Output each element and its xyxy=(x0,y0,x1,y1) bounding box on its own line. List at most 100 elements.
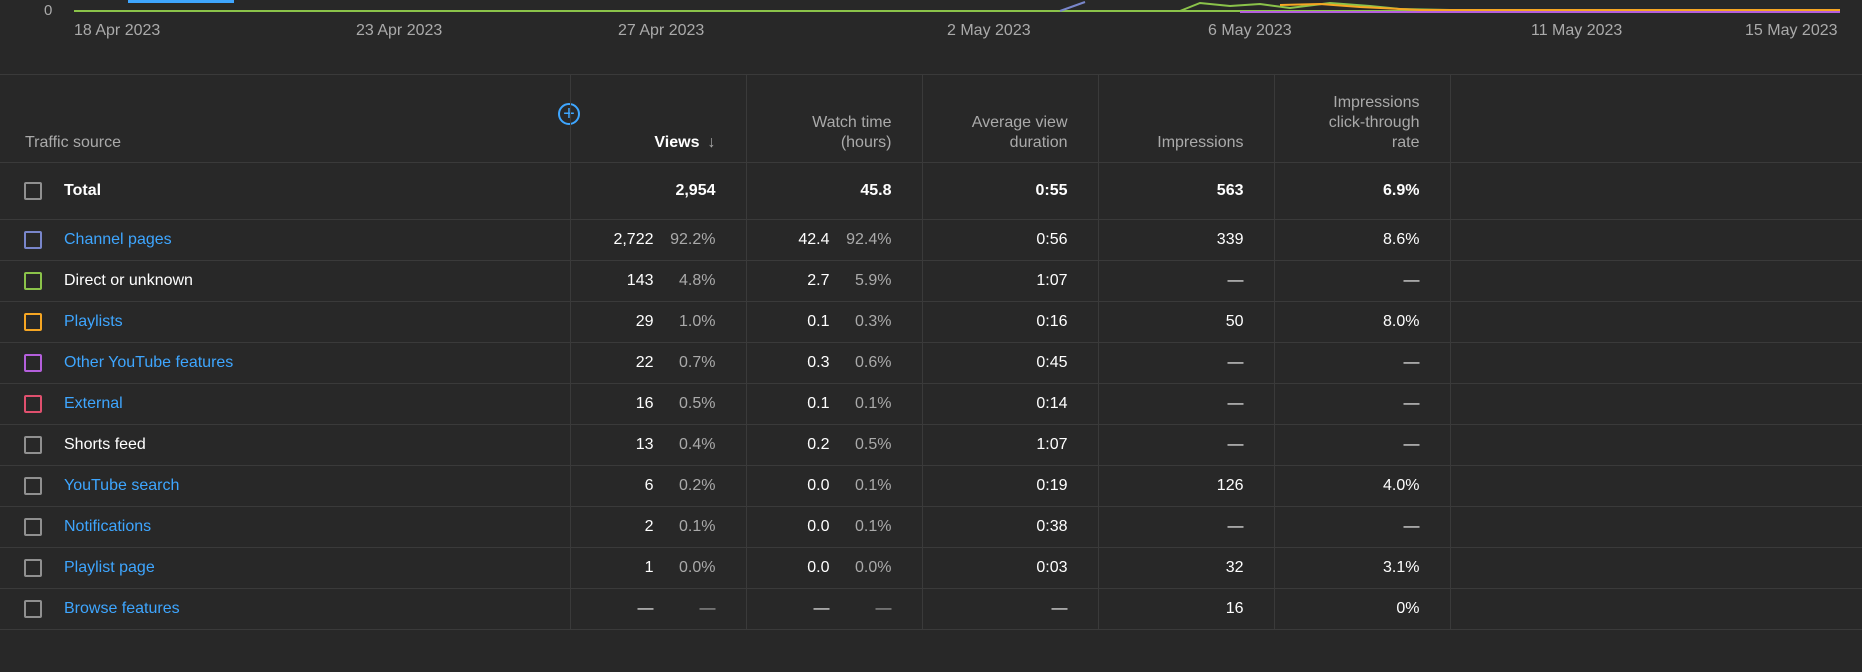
views-value: 143 xyxy=(626,272,654,289)
total-avd: 0:55 xyxy=(921,162,1098,220)
avd-value: 1:07 xyxy=(921,424,1098,466)
traffic-source-label[interactable]: Playlists xyxy=(64,313,123,331)
header-impressions[interactable]: Impressions xyxy=(1097,75,1274,163)
views-value: 2 xyxy=(644,518,654,535)
row-checkbox[interactable] xyxy=(24,518,42,536)
views-value: — xyxy=(637,600,654,617)
row-checkbox[interactable] xyxy=(24,477,42,495)
avd-value: 0:19 xyxy=(921,465,1098,507)
ctr-value: 8.0% xyxy=(1273,301,1450,343)
views-percent: 1.0% xyxy=(679,313,716,330)
arrow-down-icon: ↓ xyxy=(707,134,716,151)
x-tick-label: 23 Apr 2023 xyxy=(356,22,443,39)
watch-time-percent: — xyxy=(875,600,892,617)
watch-time-percent: 0.3% xyxy=(855,313,892,330)
header-watch-time[interactable]: Watch time (hours) xyxy=(745,75,922,163)
ctr-value: 4.0% xyxy=(1273,465,1450,507)
watch-time-percent: 5.9% xyxy=(855,272,892,289)
watch-time-percent: 0.1% xyxy=(855,477,892,494)
total-impressions: 563 xyxy=(1097,162,1274,220)
watch-time-value: 0.2 xyxy=(807,436,830,453)
watch-time-value: 0.1 xyxy=(807,313,830,330)
traffic-source-table: Traffic source Views ↓ Watch time (hours)… xyxy=(0,75,1862,630)
avd-value: 0:16 xyxy=(921,301,1098,343)
views-percent: 0.1% xyxy=(679,518,716,535)
views-value: 6 xyxy=(644,477,654,494)
watch-time-percent: 0.5% xyxy=(855,436,892,453)
watch-time-value: 0.0 xyxy=(807,559,830,576)
row-checkbox[interactable] xyxy=(24,231,42,249)
avd-value: 0:03 xyxy=(921,547,1098,589)
views-percent: 4.8% xyxy=(679,272,716,289)
header-traffic-source[interactable]: Traffic source xyxy=(0,75,570,163)
table-header-row: Traffic source Views ↓ Watch time (hours)… xyxy=(0,75,1862,163)
header-spacer xyxy=(1449,75,1862,163)
views-value: 22 xyxy=(635,354,654,371)
traffic-source-label[interactable]: Browse features xyxy=(64,600,180,618)
views-percent: 0.4% xyxy=(679,436,716,453)
traffic-source-label[interactable]: Notifications xyxy=(64,518,151,536)
traffic-source-label[interactable]: Playlist page xyxy=(64,559,155,577)
views-percent: 0.2% xyxy=(679,477,716,494)
views-value: 1 xyxy=(644,559,654,576)
table-row: YouTube search 6 0.2% 0.0 0.1% 0:19 126 4.0% xyxy=(0,465,1862,507)
chart-lines xyxy=(74,1,1840,13)
header-ctr-line2: click-through xyxy=(1328,114,1420,131)
watch-time-percent: 0.1% xyxy=(855,395,892,412)
watch-time-percent: 0.6% xyxy=(855,354,892,371)
traffic-source-label: Shorts feed xyxy=(64,436,146,453)
impressions-value: 32 xyxy=(1097,547,1274,589)
header-avd-line1: Average view xyxy=(971,114,1068,131)
watch-time-value: 0.1 xyxy=(807,395,830,412)
total-watch-time: 45.8 xyxy=(745,162,922,220)
total-ctr: 6.9% xyxy=(1273,162,1450,220)
views-percent: 0.0% xyxy=(679,559,716,576)
x-tick-label: 2 May 2023 xyxy=(947,22,1031,39)
views-value: 2,722 xyxy=(613,231,654,248)
ctr-value: — xyxy=(1273,383,1450,425)
row-checkbox[interactable] xyxy=(24,354,42,372)
row-checkbox[interactable] xyxy=(24,395,42,413)
views-value: 16 xyxy=(635,395,654,412)
header-ctr-line3: rate xyxy=(1391,134,1420,151)
avd-value: 0:38 xyxy=(921,506,1098,548)
header-average-view-duration[interactable]: Average view duration xyxy=(921,75,1098,163)
x-tick-label: 27 Apr 2023 xyxy=(618,22,705,39)
total-checkbox[interactable] xyxy=(24,182,42,200)
header-ctr[interactable]: Impressions click-through rate xyxy=(1273,75,1450,163)
table-row: Channel pages 2,722 92.2% 42.4 92.4% 0:56 339 8… xyxy=(0,219,1862,261)
traffic-source-label[interactable]: Other YouTube features xyxy=(64,354,233,372)
traffic-source-label[interactable]: YouTube search xyxy=(64,477,179,495)
row-checkbox[interactable] xyxy=(24,313,42,331)
watch-time-percent: 0.0% xyxy=(855,559,892,576)
table-row: Playlists 29 1.0% 0.1 0.3% 0:16 50 8.0% xyxy=(0,301,1862,343)
header-watch-time-line2: (hours) xyxy=(840,134,892,151)
x-tick-label: 15 May 2023 xyxy=(1745,22,1838,39)
ctr-value: — xyxy=(1273,260,1450,302)
ctr-value: — xyxy=(1273,342,1450,384)
impressions-value: — xyxy=(1097,383,1274,425)
total-label: Total xyxy=(64,182,102,199)
impressions-value: 50 xyxy=(1097,301,1274,343)
row-checkbox[interactable] xyxy=(24,600,42,618)
x-tick-label: 6 May 2023 xyxy=(1208,22,1292,39)
impressions-value: 16 xyxy=(1097,588,1274,630)
row-checkbox[interactable] xyxy=(24,436,42,454)
traffic-source-label[interactable]: Channel pages xyxy=(64,231,172,249)
table-row: Playlist page 1 0.0% 0.0 0.0% 0:03 32 3.1% xyxy=(0,547,1862,589)
table-row: Other YouTube features 22 0.7% 0.3 0.6% 0:45—… xyxy=(0,342,1862,384)
x-tick-label: 18 Apr 2023 xyxy=(74,22,161,39)
header-views[interactable]: Views ↓ xyxy=(569,75,746,163)
views-value: 29 xyxy=(635,313,654,330)
row-checkbox[interactable] xyxy=(24,559,42,577)
avd-value: 1:07 xyxy=(921,260,1098,302)
ctr-value: — xyxy=(1273,424,1450,466)
x-tick-label: 11 May 2023 xyxy=(1531,22,1623,39)
row-checkbox[interactable] xyxy=(24,272,42,290)
watch-time-percent: 0.1% xyxy=(855,518,892,535)
views-percent: 0.5% xyxy=(679,395,716,412)
header-watch-time-line1: Watch time xyxy=(812,114,892,131)
traffic-source-label[interactable]: External xyxy=(64,395,123,413)
table-row: Direct or unknown 143 4.8% 2.7 5.9% 1:07— — xyxy=(0,260,1862,302)
header-views-label: Views xyxy=(654,134,700,151)
